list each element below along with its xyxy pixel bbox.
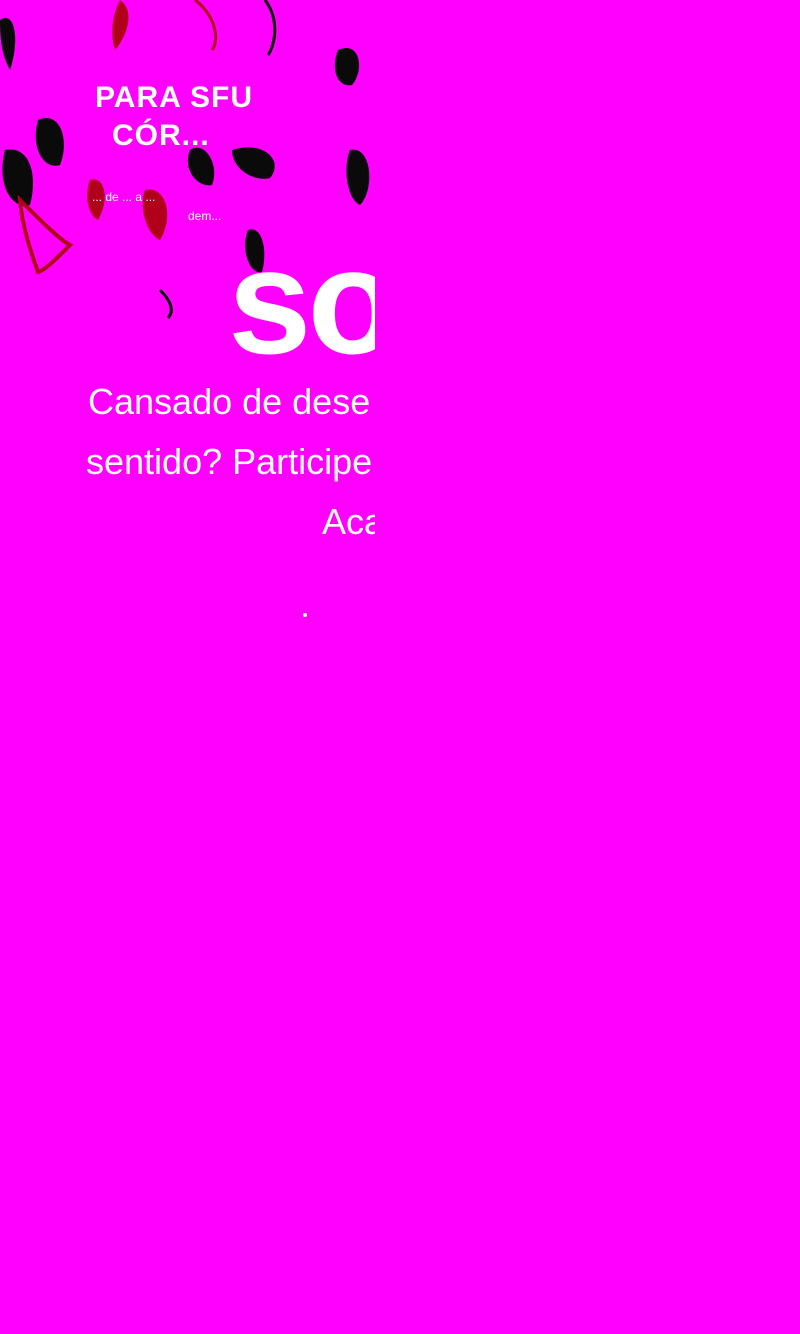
hero-shape [334,48,360,86]
hero-shape [112,0,129,50]
hero-shape [263,0,277,56]
hero-shape [17,194,74,275]
hero-shape [194,0,218,51]
intro-line: Aca [322,501,375,542]
content-viewport: PARA SFU CÓR... ... de ... a ... dem... … [0,0,375,700]
hero-shape [0,18,16,70]
hero-shape [35,118,64,166]
hero-title: PARA SFU [95,81,253,114]
intro-text: Cansado de dese sentido? Participe Aca [0,372,375,552]
hero-big-word: sor [228,217,375,385]
hero-subtitle-continued: dem... [188,209,222,223]
hero-shape [232,147,275,179]
hero-title-continued: CÓR... [112,119,210,152]
carousel-dot[interactable] [303,613,307,617]
page: PARA SFU CÓR... ... de ... a ... dem... … [0,0,800,1334]
hero-shape [158,288,173,319]
hero-shape [2,149,33,206]
hero-subtitle: ... de ... a ... [92,190,156,204]
hero-shape [346,149,370,205]
intro-line: sentido? Participe [86,441,373,482]
intro-line: Cansado de dese [88,381,371,422]
